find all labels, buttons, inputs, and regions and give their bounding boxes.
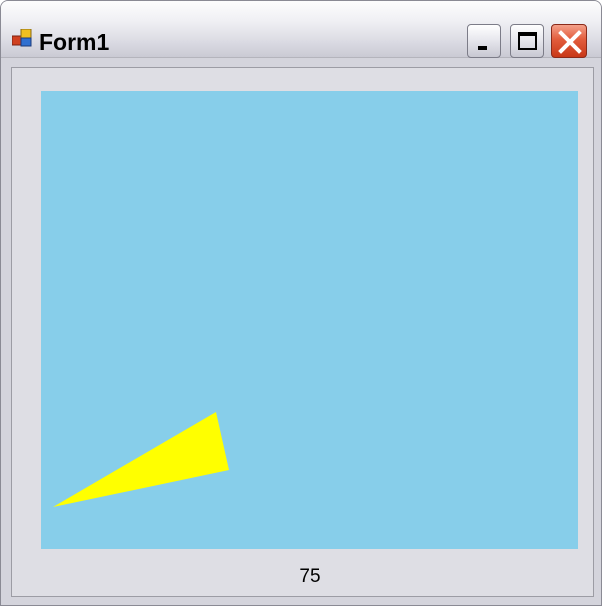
maximize-button[interactable] xyxy=(510,24,544,58)
minimize-button[interactable] xyxy=(467,24,501,58)
form-app-icon[interactable] xyxy=(11,28,32,47)
title-bar[interactable]: Form1 xyxy=(1,1,601,58)
drawing-canvas[interactable] xyxy=(41,91,578,549)
value-label: 75 xyxy=(299,566,321,587)
minimize-icon xyxy=(478,46,487,50)
window-title: Form1 xyxy=(39,29,110,55)
close-icon xyxy=(558,30,582,54)
yellow-triangle-shape xyxy=(53,412,229,507)
maximize-icon xyxy=(518,32,537,50)
close-button[interactable] xyxy=(551,24,587,58)
